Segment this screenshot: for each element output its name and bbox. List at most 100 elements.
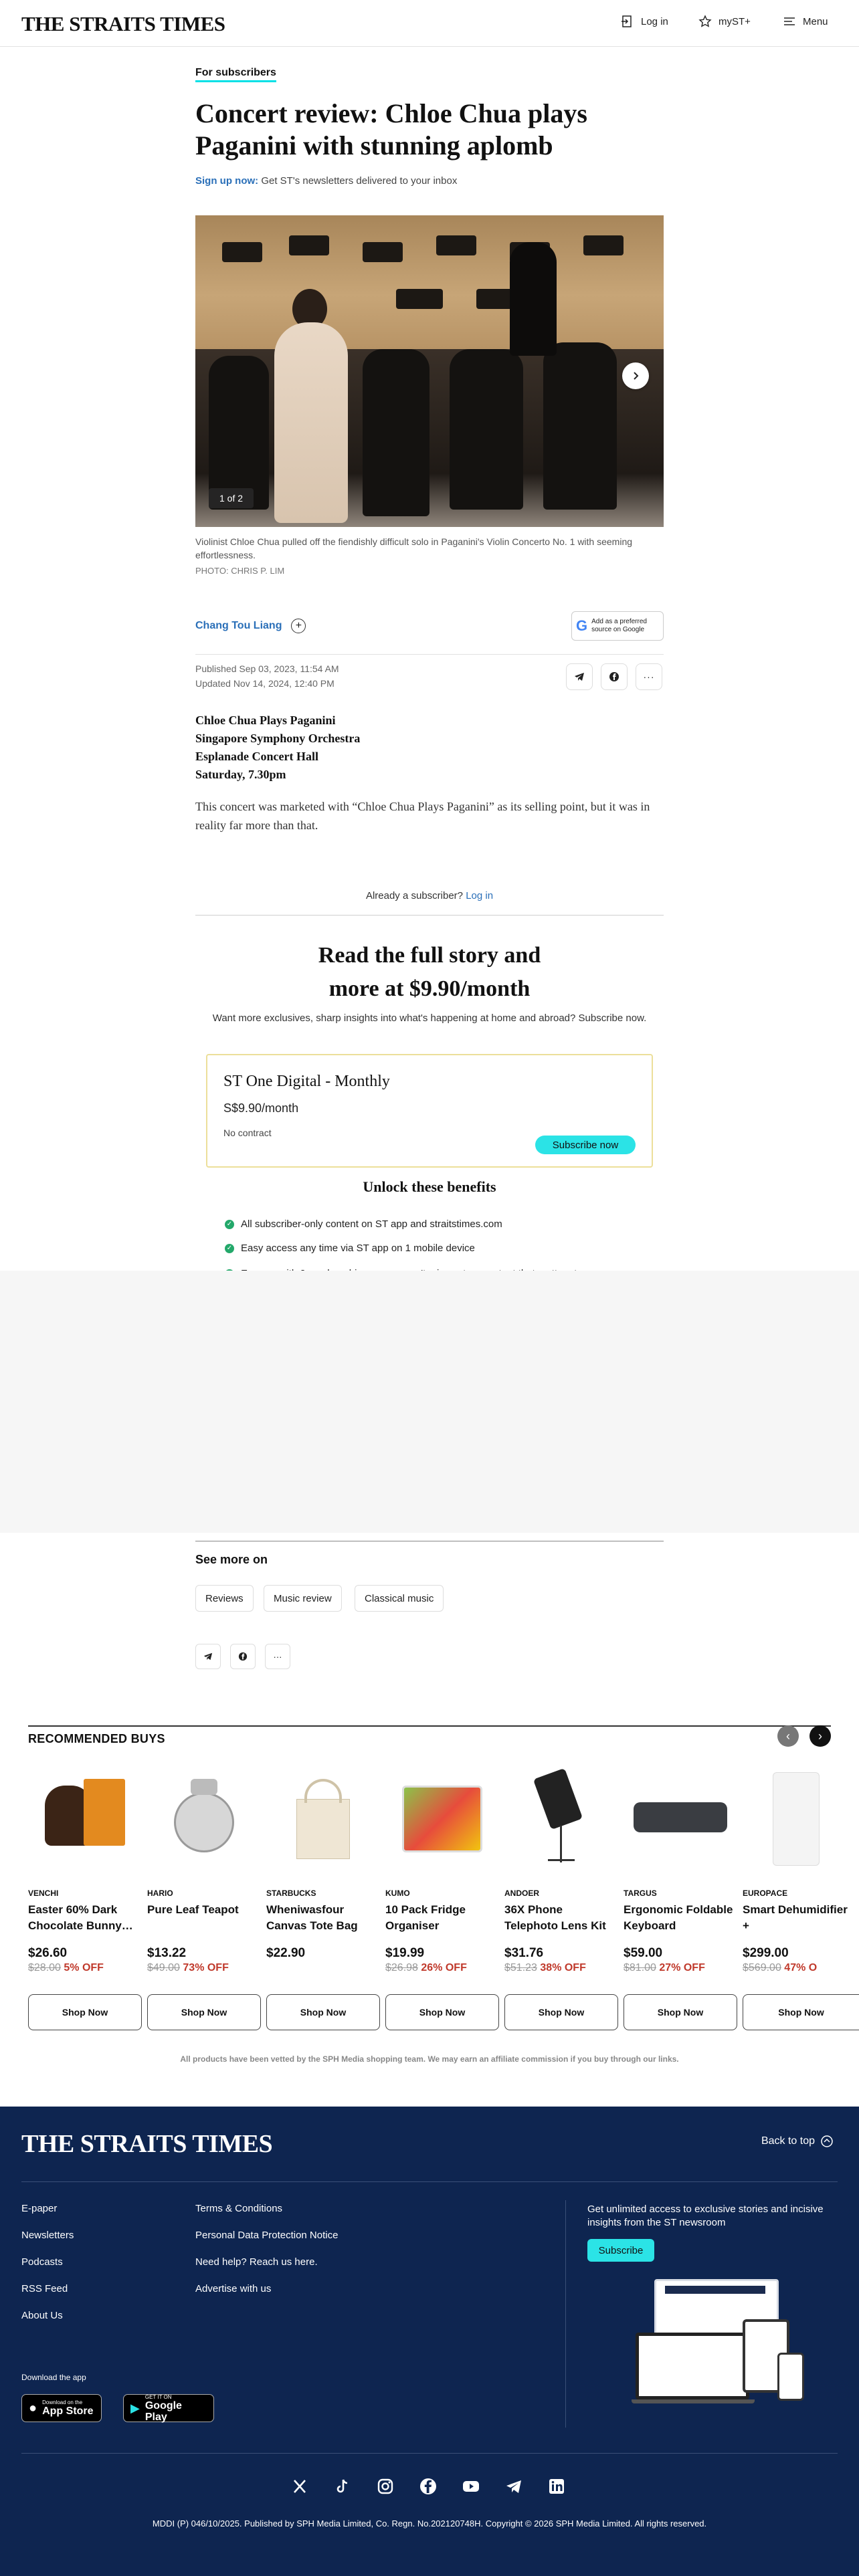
myst-button[interactable]: myST+ (698, 15, 751, 28)
share-telegram-button[interactable] (195, 1644, 221, 1669)
signup-text: Get ST's newsletters delivered to your i… (261, 175, 458, 187)
paywall-subtext: Want more exclusives, sharp insights int… (212, 1012, 647, 1024)
footer-link-pdpn[interactable]: Personal Data Protection Notice (195, 2230, 338, 2241)
site-logo[interactable]: THE STRAITS TIMES (21, 12, 225, 36)
author-row: Chang Tou Liang + G Add as a preferred so… (195, 611, 664, 641)
article-headline: Concert review: Chloe Chua plays Paganin… (195, 98, 587, 160)
product-image (151, 1765, 258, 1866)
publish-meta: Published Sep 03, 2023, 11:54 AM Updated… (195, 654, 664, 691)
footer-link-podcasts[interactable]: Podcasts (21, 2256, 63, 2268)
footer-link-help[interactable]: Need help? Reach us here. (195, 2256, 318, 2268)
divider (21, 2453, 838, 2454)
see-more-heading: See more on (195, 1553, 268, 1566)
footer-logo[interactable]: THE STRAITS TIMES (21, 2129, 273, 2159)
shop-now-button[interactable]: Shop Now (624, 1994, 737, 2030)
newsletter-signup: Sign up now: Get ST's newsletters delive… (195, 175, 664, 187)
apple-icon: ● (29, 2400, 37, 2416)
hero-gallery[interactable]: 1 of 2 (195, 215, 664, 527)
subscriber-badge: For subscribers (195, 67, 664, 82)
check-icon: ✓ (225, 1243, 234, 1253)
footer-subscribe-button[interactable]: Subscribe (587, 2239, 654, 2262)
footer-link-newsletters[interactable]: Newsletters (21, 2230, 74, 2241)
product-card[interactable]: KUMO 10 Pack Fridge Organiser $19.99 $26… (385, 1765, 499, 1974)
telegram-icon (506, 2480, 521, 2493)
tag-reviews[interactable]: Reviews (195, 1585, 254, 1612)
footer-link-advertise[interactable]: Advertise with us (195, 2283, 271, 2294)
carousel-next-button[interactable]: › (809, 1725, 831, 1747)
divider (195, 915, 664, 916)
google-play-badge[interactable]: ▶ GET IT ON Google Play (123, 2394, 214, 2423)
product-card[interactable]: HARIO Pure Leaf Teapot $13.22 $49.00 73%… (147, 1765, 261, 1974)
arrow-up-icon (821, 2135, 833, 2147)
product-card[interactable]: VENCHI Easter 60% Dark Chocolate Bunny… … (28, 1765, 142, 1974)
product-image (270, 1765, 377, 1866)
tiktok-social-link[interactable] (333, 2477, 352, 2496)
shop-now-button[interactable]: Shop Now (28, 1994, 142, 2030)
share-telegram-button[interactable] (566, 663, 593, 690)
footer-link-epaper[interactable]: E-paper (21, 2203, 57, 2214)
devices-illustration (632, 2279, 804, 2406)
youtube-social-link[interactable] (462, 2477, 480, 2496)
back-to-top-button[interactable]: Back to top (761, 2135, 834, 2148)
facebook-icon (238, 1652, 248, 1661)
login-label: Log in (641, 15, 668, 27)
paywall-login-link[interactable]: Log in (466, 890, 493, 901)
divider (21, 2181, 838, 2182)
gallery-counter: 1 of 2 (209, 488, 254, 508)
tag-music-review[interactable]: Music review (264, 1585, 342, 1612)
product-image (627, 1765, 734, 1866)
product-card[interactable]: EUROPACE Smart Dehumidifier + $299.00 $5… (743, 1765, 856, 1974)
download-app-label: Download the app (21, 2373, 86, 2382)
published-date: Published Sep 03, 2023, 11:54 AM (195, 663, 339, 674)
footer-link-terms[interactable]: Terms & Conditions (195, 2203, 282, 2214)
share-more-button[interactable]: ··· (265, 1644, 290, 1669)
shop-now-button[interactable]: Shop Now (743, 1994, 859, 2030)
signup-link[interactable]: Sign up now: (195, 175, 258, 187)
shop-now-button[interactable]: Shop Now (385, 1994, 499, 2030)
benefit-item: ✓ Easy access any time via ST app on 1 mo… (225, 1243, 475, 1254)
menu-button[interactable]: Menu (783, 15, 828, 28)
author-link[interactable]: Chang Tou Liang (195, 620, 282, 632)
telegram-icon (575, 673, 584, 681)
plan-card[interactable]: ST One Digital - Monthly S$9.90/month No… (206, 1054, 653, 1168)
login-icon (622, 15, 632, 27)
shop-now-button[interactable]: Shop Now (504, 1994, 618, 2030)
plan-name: ST One Digital - Monthly (223, 1073, 390, 1090)
product-image (746, 1765, 853, 1866)
check-icon: ✓ (225, 1219, 234, 1229)
play-icon: ▶ (130, 2401, 140, 2415)
subscribe-now-button[interactable]: Subscribe now (535, 1136, 636, 1154)
footer-link-about[interactable]: About Us (21, 2310, 63, 2321)
product-card[interactable]: STARBUCKS Wheniwasfour Canvas Tote Bag $… (266, 1765, 380, 1962)
copyright-notice: MDDI (P) 046/10/2025. Published by SPH M… (152, 2518, 707, 2529)
gallery-next-button[interactable] (622, 362, 649, 389)
chevron-right-icon (634, 372, 639, 380)
shop-now-button[interactable]: Shop Now (147, 1994, 261, 2030)
footer-link-rss[interactable]: RSS Feed (21, 2283, 68, 2294)
linkedin-social-link[interactable] (547, 2477, 566, 2496)
shop-now-button[interactable]: Shop Now (266, 1994, 380, 2030)
share-facebook-button[interactable] (601, 663, 628, 690)
product-card[interactable]: TARGUS Ergonomic Foldable Keyboard $59.0… (624, 1765, 737, 1974)
already-subscriber: Already a subscriber? Log in (365, 890, 494, 901)
tag-classical-music[interactable]: Classical music (355, 1585, 444, 1612)
product-card[interactable]: ANDOER 36X Phone Telephoto Lens Kit $31.… (504, 1765, 618, 1974)
site-footer: THE STRAITS TIMES Back to top E-paper Ne… (0, 2107, 859, 2576)
telegram-icon (203, 1652, 213, 1660)
carousel-prev-button[interactable]: ‹ (777, 1725, 799, 1747)
follow-author-button[interactable]: + (291, 619, 306, 633)
divider (28, 1725, 831, 1727)
facebook-icon (609, 672, 619, 681)
x-social-link[interactable] (290, 2477, 309, 2496)
tiktok-icon (337, 2479, 348, 2493)
share-facebook-button[interactable] (230, 1644, 256, 1669)
share-more-button[interactable]: ··· (636, 663, 662, 690)
login-button[interactable]: Log in (621, 15, 668, 28)
facebook-social-link[interactable] (419, 2477, 438, 2496)
telegram-social-link[interactable] (504, 2477, 523, 2496)
benefits-heading: Unlock these benefits (363, 1178, 496, 1195)
google-preferred-source-button[interactable]: G Add as a preferred source on Google (571, 611, 664, 641)
menu-label: Menu (803, 15, 828, 27)
app-store-badge[interactable]: ● Download on the App Store (21, 2394, 102, 2422)
instagram-social-link[interactable] (376, 2477, 395, 2496)
